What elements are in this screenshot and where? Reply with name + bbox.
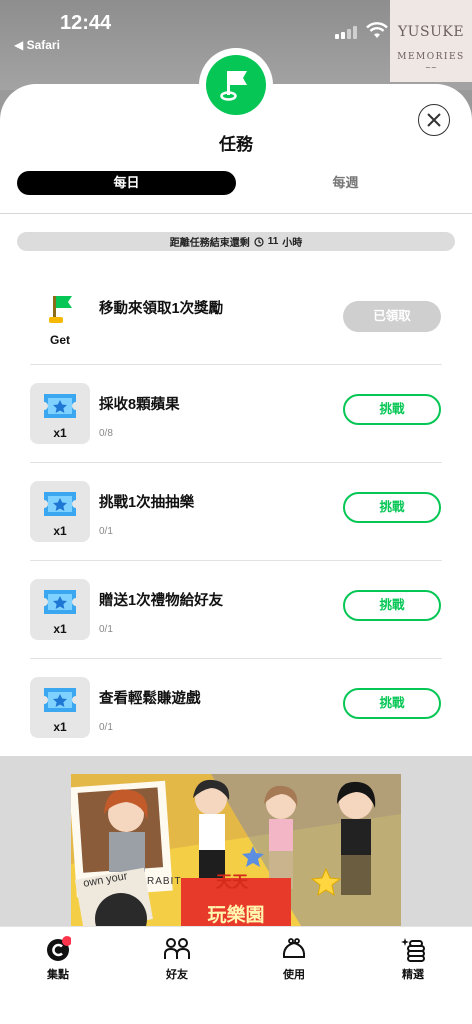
ticket-icon [44, 688, 76, 712]
clock-icon [254, 236, 264, 247]
reward-ticket: x1 [30, 383, 90, 444]
task-name: 查看輕鬆賺遊戲 [99, 691, 201, 707]
banner-area: 天天 玩樂園 own your RABIT [0, 756, 472, 926]
watermark-signature: ~~ [425, 64, 437, 72]
watermark-line2: MEMORIES [397, 52, 465, 62]
nav-label-featured: 精選 [402, 969, 424, 981]
nav-item-featured[interactable]: 精選 [373, 935, 453, 982]
challenge-button[interactable]: 挑戰 [343, 590, 441, 621]
flag-icon [220, 71, 247, 101]
watermark-line1: YUSUKE [397, 24, 465, 40]
nav-label-points: 集點 [47, 969, 69, 981]
task-name: 贈送1次禮物給好友 [99, 593, 224, 609]
challenge-button[interactable]: 挑戰 [343, 688, 441, 719]
close-button[interactable] [418, 104, 450, 136]
nav-label-use: 使用 [283, 969, 305, 981]
task-progress: 0/8 [99, 428, 113, 439]
countdown-banner: 距離任務結束還剩 11 小時 [17, 232, 455, 251]
signal-icon [335, 26, 357, 39]
back-to-safari-link[interactable]: ◀ Safari [14, 38, 60, 52]
tab-daily[interactable]: 每日 [17, 171, 236, 195]
get-label: Get [49, 333, 70, 347]
nav-item-use[interactable]: 使用 [254, 935, 334, 982]
challenge-button[interactable]: 挑戰 [343, 492, 441, 523]
task-row: x1 贈送1次禮物給好友 0/1 挑戰 [0, 561, 472, 659]
countdown-value: 11 [267, 236, 279, 247]
countdown-text: 距離任務結束還剩 [169, 238, 250, 249]
reward-count: x1 [53, 426, 67, 440]
task-row: x1 挑戰1次抽抽樂 0/1 挑戰 [0, 463, 472, 561]
claimed-button[interactable]: 已領取 [343, 301, 441, 332]
flag-reward-icon [49, 296, 72, 323]
task-name: 挑戰1次抽抽樂 [99, 495, 195, 511]
task-row-login: Get 移動來領取1次獎勵 已領取 [0, 267, 472, 365]
mission-sheet: 任務 每日 每週 距離任務結束還剩 11 小時 Get 移動來領取1次獎勵 已領… [0, 48, 472, 757]
reward-count: x1 [53, 524, 67, 538]
task-row: x1 採收8顆蘋果 0/8 挑戰 [0, 365, 472, 463]
ticket-icon [44, 394, 76, 418]
nav-item-points[interactable]: 集點 [18, 935, 98, 982]
reward-ticket: x1 [30, 677, 90, 738]
ticket-icon [44, 492, 76, 516]
banner-tote-text2: RABIT [147, 876, 182, 887]
tab-weekly[interactable]: 每週 [236, 171, 455, 195]
bottom-nav: 集點 好友 使用 精選 [0, 926, 472, 1024]
promo-banner[interactable]: 天天 玩樂園 own your RABIT [71, 774, 401, 926]
wifi-icon [366, 22, 388, 38]
reward-count: x1 [53, 720, 67, 734]
close-icon [427, 113, 441, 127]
reward-ticket: x1 [30, 579, 90, 640]
task-name: 採收8顆蘋果 [99, 397, 180, 413]
divider [0, 213, 472, 214]
ticket-icon [44, 590, 76, 614]
reward-ticket: x1 [30, 481, 90, 542]
challenge-button[interactable]: 挑戰 [343, 394, 441, 425]
task-progress: 0/1 [99, 722, 113, 733]
points-icon [47, 936, 71, 961]
reward-count: x1 [53, 622, 67, 636]
countdown-unit: 小時 [282, 238, 303, 249]
nav-label-friends: 好友 [166, 969, 188, 981]
clock: 12:44 [60, 12, 112, 34]
watermark-logo: YUSUKE MEMORIES ~~ [390, 0, 472, 82]
task-name: 移動來領取1次獎勵 [99, 301, 224, 317]
banner-sign-line2: 玩樂園 [207, 905, 265, 926]
task-progress: 0/1 [99, 526, 113, 537]
task-progress: 0/1 [99, 624, 113, 635]
mission-badge [199, 48, 273, 122]
featured-icon [401, 938, 425, 962]
friends-icon [164, 938, 190, 959]
nav-item-friends[interactable]: 好友 [137, 935, 217, 982]
page-title: 任務 [219, 135, 253, 154]
wallet-icon [282, 938, 306, 958]
task-row: x1 查看輕鬆賺遊戲 0/1 挑戰 [0, 659, 472, 757]
